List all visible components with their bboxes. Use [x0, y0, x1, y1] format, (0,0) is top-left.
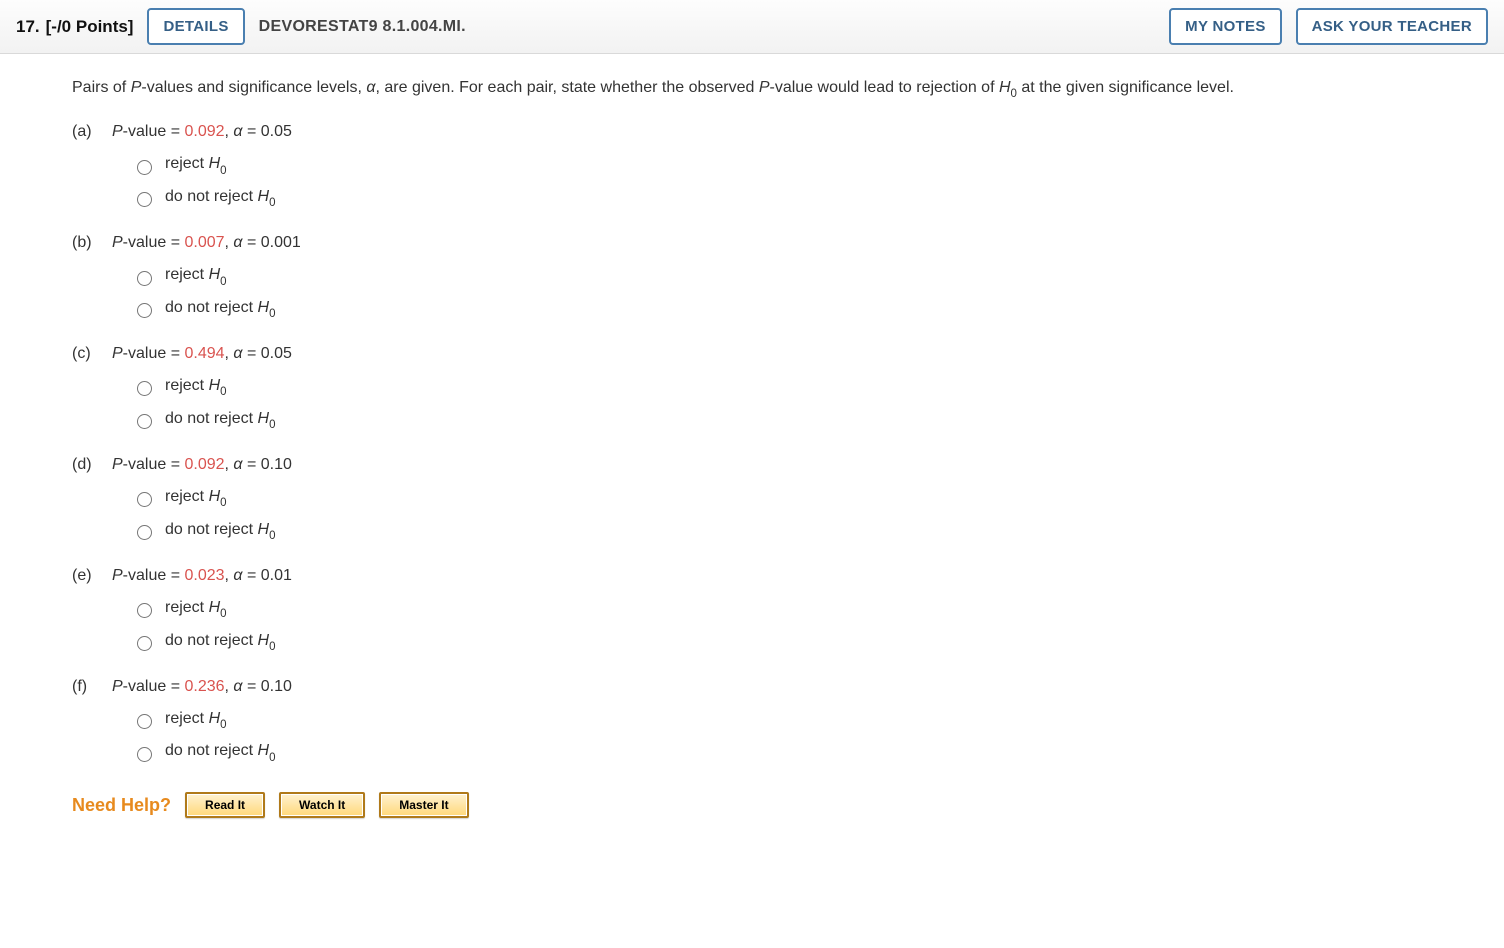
- part-equation: P-value = 0.236, α = 0.10: [112, 675, 292, 699]
- part-equation: P-value = 0.023, α = 0.01: [112, 564, 292, 588]
- part-b: (b) P-value = 0.007, α = 0.001 reject H0…: [72, 231, 1440, 322]
- part-c: (c) P-value = 0.494, α = 0.05 reject H0 …: [72, 342, 1440, 433]
- master-it-button[interactable]: Master It: [379, 792, 468, 818]
- option-label: do not reject H0: [165, 296, 275, 322]
- radio-do-not-reject[interactable]: [137, 525, 152, 540]
- text: Pairs of: [72, 79, 131, 96]
- part-label: (f): [72, 675, 98, 699]
- option-label: reject H0: [165, 152, 227, 178]
- option-label: reject H0: [165, 485, 227, 511]
- radio-do-not-reject[interactable]: [137, 303, 152, 318]
- part-label: (b): [72, 231, 98, 255]
- subscript: 0: [1011, 88, 1017, 100]
- part-label: (c): [72, 342, 98, 366]
- radio-reject[interactable]: [137, 714, 152, 729]
- question-header: 17. [-/0 Points] DETAILS DEVORESTAT9 8.1…: [0, 0, 1504, 54]
- part-equation: P-value = 0.092, α = 0.05: [112, 120, 292, 144]
- question-points: [-/0 Points]: [46, 17, 134, 37]
- watch-it-button[interactable]: Watch It: [279, 792, 365, 818]
- option-do-not-reject[interactable]: do not reject H0: [132, 296, 1440, 322]
- option-label: do not reject H0: [165, 629, 275, 655]
- radio-do-not-reject[interactable]: [137, 636, 152, 651]
- read-it-button[interactable]: Read It: [185, 792, 265, 818]
- part-f: (f) P-value = 0.236, α = 0.10 reject H0 …: [72, 675, 1440, 766]
- option-reject[interactable]: reject H0: [132, 263, 1440, 289]
- text: H: [999, 79, 1011, 96]
- part-equation: P-value = 0.092, α = 0.10: [112, 453, 292, 477]
- need-help-label: Need Help?: [72, 792, 171, 819]
- part-equation: P-value = 0.007, α = 0.001: [112, 231, 301, 255]
- part-label: (a): [72, 120, 98, 144]
- need-help-row: Need Help? Read It Watch It Master It: [72, 792, 1440, 819]
- radio-do-not-reject[interactable]: [137, 747, 152, 762]
- text: at the given significance level.: [1017, 79, 1234, 96]
- radio-reject[interactable]: [137, 492, 152, 507]
- option-reject[interactable]: reject H0: [132, 596, 1440, 622]
- question-number: 17.: [16, 17, 40, 37]
- text: P: [131, 79, 142, 96]
- part-a: (a) P-value = 0.092, α = 0.05 reject H0 …: [72, 120, 1440, 211]
- option-label: do not reject H0: [165, 185, 275, 211]
- text: P: [759, 79, 770, 96]
- option-reject[interactable]: reject H0: [132, 152, 1440, 178]
- option-label: reject H0: [165, 707, 227, 733]
- radio-reject[interactable]: [137, 381, 152, 396]
- option-reject[interactable]: reject H0: [132, 374, 1440, 400]
- option-label: do not reject H0: [165, 518, 275, 544]
- question-body: Pairs of P-values and significance level…: [0, 54, 1504, 837]
- question-source: DEVORESTAT9 8.1.004.MI.: [259, 18, 466, 36]
- part-e: (e) P-value = 0.023, α = 0.01 reject H0 …: [72, 564, 1440, 655]
- radio-do-not-reject[interactable]: [137, 414, 152, 429]
- my-notes-button[interactable]: MY NOTES: [1169, 8, 1281, 45]
- radio-reject[interactable]: [137, 160, 152, 175]
- option-do-not-reject[interactable]: do not reject H0: [132, 739, 1440, 765]
- radio-reject[interactable]: [137, 603, 152, 618]
- option-do-not-reject[interactable]: do not reject H0: [132, 518, 1440, 544]
- radio-do-not-reject[interactable]: [137, 192, 152, 207]
- question-prompt: Pairs of P-values and significance level…: [72, 76, 1440, 102]
- option-do-not-reject[interactable]: do not reject H0: [132, 185, 1440, 211]
- part-label: (e): [72, 564, 98, 588]
- ask-teacher-button[interactable]: ASK YOUR TEACHER: [1296, 8, 1488, 45]
- text: α: [366, 79, 375, 96]
- option-reject[interactable]: reject H0: [132, 707, 1440, 733]
- part-label: (d): [72, 453, 98, 477]
- text: , are given. For each pair, state whethe…: [376, 79, 759, 96]
- option-label: do not reject H0: [165, 407, 275, 433]
- text: -value would lead to rejection of: [770, 79, 999, 96]
- part-d: (d) P-value = 0.092, α = 0.10 reject H0 …: [72, 453, 1440, 544]
- option-reject[interactable]: reject H0: [132, 485, 1440, 511]
- option-label: do not reject H0: [165, 739, 275, 765]
- option-label: reject H0: [165, 374, 227, 400]
- option-label: reject H0: [165, 596, 227, 622]
- option-label: reject H0: [165, 263, 227, 289]
- option-do-not-reject[interactable]: do not reject H0: [132, 407, 1440, 433]
- details-button[interactable]: DETAILS: [147, 8, 244, 45]
- option-do-not-reject[interactable]: do not reject H0: [132, 629, 1440, 655]
- part-equation: P-value = 0.494, α = 0.05: [112, 342, 292, 366]
- radio-reject[interactable]: [137, 271, 152, 286]
- text: -values and significance levels,: [141, 79, 366, 96]
